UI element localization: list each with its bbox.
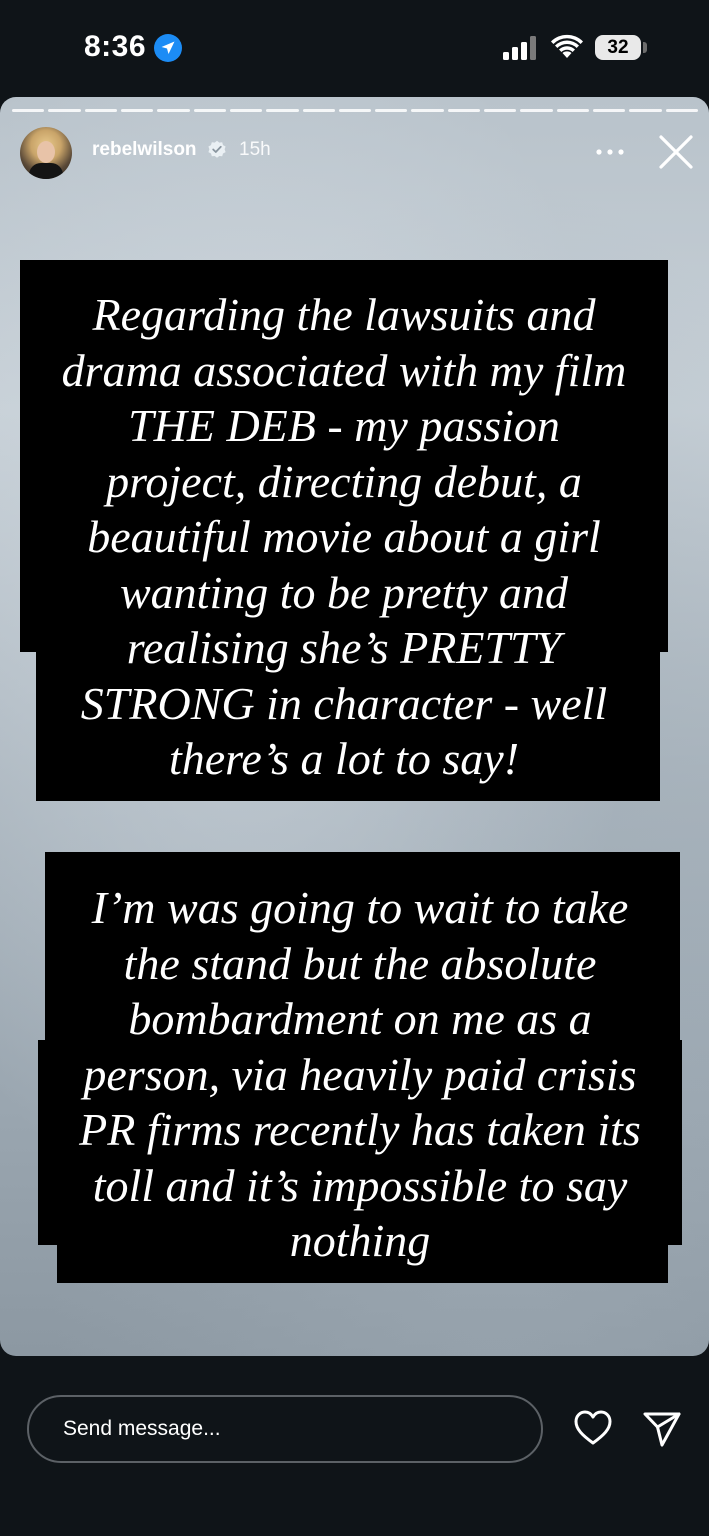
story-progress-segment <box>12 109 45 112</box>
close-icon[interactable] <box>656 132 696 172</box>
text-block-1: Regarding the lawsuits and drama associat… <box>20 287 668 787</box>
status-bar: 8:36 32 <box>0 0 709 96</box>
story-progress-segment <box>338 109 372 112</box>
story-progress-segment <box>447 109 481 112</box>
battery-level: 32 <box>607 37 629 58</box>
story-progress-segment <box>229 109 263 112</box>
story-progress-segment <box>629 109 662 112</box>
story-progress-segment <box>556 109 589 112</box>
story-progress-segment <box>157 109 190 112</box>
story-text-line: bombardment on me as a <box>128 993 592 1044</box>
story-progress-segment <box>593 109 626 112</box>
story-text-line: person, via heavily paid crisis <box>83 1048 637 1100</box>
status-time: 8:36 <box>84 30 147 63</box>
story-progress-segment <box>120 109 154 112</box>
wifi-icon <box>551 34 583 58</box>
send-message-placeholder: Send message... <box>63 1417 221 1440</box>
story-text-line: I’m was going to wait to take <box>91 882 629 933</box>
story-progress-segment <box>302 109 335 112</box>
story-screen: 8:36 32 rebelwilson 15h Regarding the la… <box>0 0 709 1536</box>
story-progress-segment <box>266 109 299 112</box>
story-text-line: project, directing debut, a <box>106 455 582 507</box>
story-text-line: toll and it’s impossible to say <box>92 1159 628 1211</box>
story-timestamp: 15h <box>239 139 271 160</box>
text-block-2: I’m was going to wait to take the stand b… <box>38 880 682 1269</box>
avatar[interactable] <box>20 127 72 179</box>
story-header: rebelwilson 15h <box>0 125 709 181</box>
story-text-line: STRONG in character - well <box>80 677 608 729</box>
cellular-signal-icon <box>503 36 536 60</box>
more-options-icon[interactable] <box>594 142 626 162</box>
story-progress-segment <box>84 109 117 112</box>
heart-icon[interactable] <box>573 1409 613 1447</box>
story-progress-segment <box>665 109 698 112</box>
story-text-line: the stand but the absolute <box>123 937 597 989</box>
verified-badge-icon <box>208 140 226 158</box>
story-progress-segment <box>48 109 81 112</box>
story-progress-segment <box>411 109 444 112</box>
story-text-line: nothing <box>289 1215 431 1266</box>
story-text-line: THE DEB - my passion <box>128 400 560 451</box>
avatar-body <box>29 163 63 179</box>
story-text-line: wanting to be pretty and <box>119 566 569 618</box>
avatar-face <box>37 141 55 163</box>
story-text-line: beautiful movie about a girl <box>87 511 601 562</box>
story-content[interactable]: rebelwilson 15h Regarding the lawsuits a… <box>0 97 709 1356</box>
story-text-line: drama associated with my film <box>61 344 627 396</box>
story-progress-bar <box>12 109 698 112</box>
story-text-line: realising she’s PRETTY <box>126 622 562 673</box>
location-arrow-icon <box>154 34 182 62</box>
story-progress-segment <box>484 109 517 112</box>
battery-cap <box>643 42 647 53</box>
story-progress-segment <box>375 109 408 112</box>
story-text-line: there’s a lot to say! <box>168 733 520 784</box>
story-progress-segment <box>193 109 226 112</box>
story-text-line: Regarding the lawsuits and <box>92 289 596 340</box>
story-username[interactable]: rebelwilson <box>92 139 197 161</box>
send-message-input[interactable]: Send message... <box>27 1395 543 1463</box>
story-text-line: PR firms recently has taken its <box>79 1104 641 1155</box>
send-icon[interactable] <box>642 1410 682 1448</box>
story-progress-segment <box>520 109 553 112</box>
